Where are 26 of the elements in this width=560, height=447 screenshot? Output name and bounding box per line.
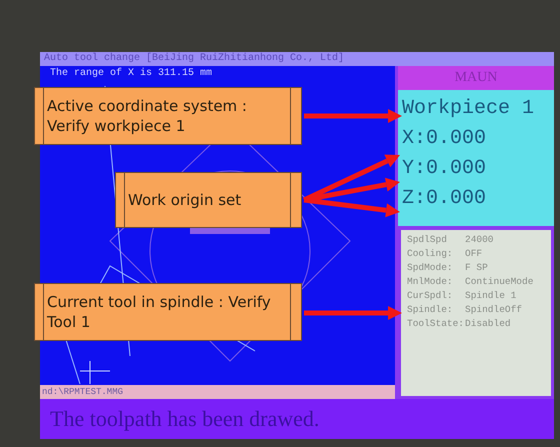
coordinate-system: Workpiece 1 [402, 96, 536, 122]
status-bar: The toolpath has been drawed. [40, 399, 554, 439]
status-value: OFF [465, 248, 482, 259]
status-label: Cooling: [407, 248, 454, 259]
status-label: Spindle: [407, 304, 454, 315]
status-value: F SP [465, 262, 488, 273]
status-value: Disabled [465, 318, 511, 329]
callout-label: Work origin set [115, 172, 302, 228]
axis-value: X:0.000 [402, 126, 488, 152]
file-path: nd:\RPMTEST.MMG [40, 385, 395, 399]
callout-label: Current tool in spindle : Verify Tool 1 [34, 283, 302, 341]
status-label: SpdMode: [407, 262, 454, 273]
panel-title: MAUN [398, 66, 554, 90]
status-value: Spindle 1 [465, 290, 516, 301]
status-label: CurSpdl: [407, 290, 454, 301]
axis-value: Y:0.000 [402, 156, 488, 182]
window-title: Auto tool change [BeiJing RuiZhitianhong Co., Ltd] [40, 52, 554, 66]
status-label: MnlMode: [407, 276, 454, 287]
axis-value: Z:0.000 [402, 186, 488, 212]
status-label: SpdlSpd [407, 234, 448, 245]
callout-label: Active coordinate system : Verify workpiece 1 [34, 87, 302, 145]
status-value: 24000 [465, 234, 494, 245]
status-value: ContinueMode [465, 276, 534, 287]
range-message: The range of X is 311.15 mm [50, 68, 212, 79]
status-value: SpindleOff [465, 304, 522, 315]
status-label: ToolState: [407, 318, 465, 329]
